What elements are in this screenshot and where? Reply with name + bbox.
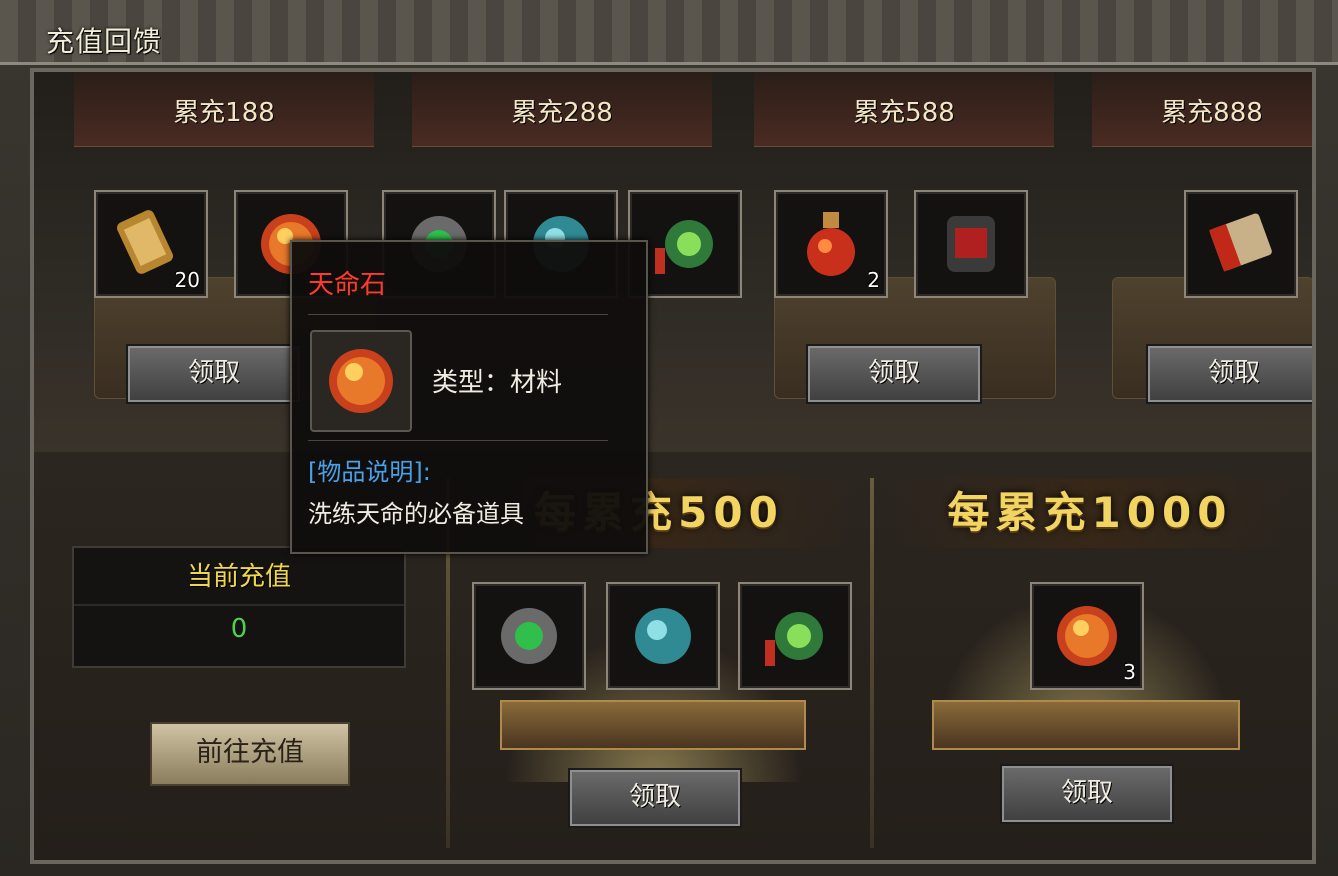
window-title: 充值回馈 — [46, 25, 163, 58]
window-titlebar: 充值回馈 — [0, 0, 1338, 65]
current-recharge-box: 当前充值 0 — [72, 546, 406, 668]
item-quantity: 2 — [867, 268, 880, 292]
green-gem-icon — [501, 608, 557, 664]
claim-button[interactable]: 领取 — [806, 344, 982, 404]
tooltip-item-icon — [310, 330, 412, 432]
item-slot[interactable] — [606, 582, 720, 690]
current-recharge-value: 0 — [230, 614, 248, 644]
tier-header: 累充888 — [1092, 72, 1312, 147]
tier-588: 累充588 2 领取 — [754, 72, 1056, 452]
green-amulet-icon — [765, 612, 823, 666]
item-slot[interactable] — [472, 582, 586, 690]
divider — [308, 440, 608, 441]
item-slot[interactable] — [914, 190, 1028, 298]
destiny-stone-icon — [329, 349, 393, 413]
tier-888: 累充888 领取 — [1092, 72, 1312, 452]
red-scroll-icon — [1209, 213, 1272, 272]
item-slot[interactable] — [1184, 190, 1298, 298]
every-1000-title: 每累充1000 — [890, 478, 1290, 548]
claim-button[interactable]: 领取 — [126, 344, 302, 404]
red-armor-icon — [947, 216, 995, 272]
tier-title: 累充588 — [853, 98, 955, 128]
repeat-rewards: 当前充值 0 前往充值 每累充500 领取 每累充1000 3 领取 — [34, 452, 1312, 860]
pedestal — [500, 700, 806, 750]
tier-header: 累充588 — [754, 72, 1054, 147]
tooltip-item-name: 天命石 — [308, 270, 387, 300]
tooltip-item-type: 类型：材料 — [432, 368, 563, 398]
recharge-reward-window: 充值回馈 累充188 20 领取 累充288 累充588 2 领取 累充888 … — [0, 0, 1338, 876]
claim-button[interactable]: 领取 — [1000, 764, 1174, 824]
divider — [74, 604, 404, 606]
tooltip-desc-header: [物品说明]: — [308, 458, 431, 486]
red-potion-icon — [807, 212, 855, 276]
tier-header: 累充188 — [74, 72, 374, 147]
item-tooltip: 天命石 类型：材料 [物品说明]: 洗练天命的必备道具 — [290, 240, 648, 554]
tier-header: 累充288 — [412, 72, 712, 147]
item-slot[interactable]: 3 — [1030, 582, 1144, 690]
pedestal — [932, 700, 1240, 750]
tier-title: 累充188 — [173, 98, 275, 128]
cumulative-tiers: 累充188 20 领取 累充288 累充588 2 领取 累充888 领取 — [34, 72, 1312, 452]
tier-title: 累充288 — [511, 98, 613, 128]
goto-recharge-button[interactable]: 前往充值 — [150, 722, 350, 786]
tier-title: 累充888 — [1161, 98, 1263, 128]
reward-panel: 累充188 20 领取 累充288 累充588 2 领取 累充888 领取 当前… — [30, 68, 1316, 864]
destiny-stone-icon — [1057, 606, 1117, 666]
divider — [870, 478, 874, 848]
item-slot[interactable]: 2 — [774, 190, 888, 298]
item-slot[interactable]: 20 — [94, 190, 208, 298]
green-amulet-icon — [655, 220, 713, 274]
claim-button[interactable]: 领取 — [568, 768, 742, 828]
current-recharge-label: 当前充值 — [186, 562, 291, 592]
item-quantity: 3 — [1123, 660, 1136, 684]
tooltip-desc: 洗练天命的必备道具 — [308, 500, 524, 528]
divider — [308, 314, 608, 315]
teal-orb-icon — [635, 608, 691, 664]
claim-button[interactable]: 领取 — [1146, 344, 1312, 404]
item-quantity: 20 — [174, 268, 200, 292]
item-slot[interactable] — [738, 582, 852, 690]
